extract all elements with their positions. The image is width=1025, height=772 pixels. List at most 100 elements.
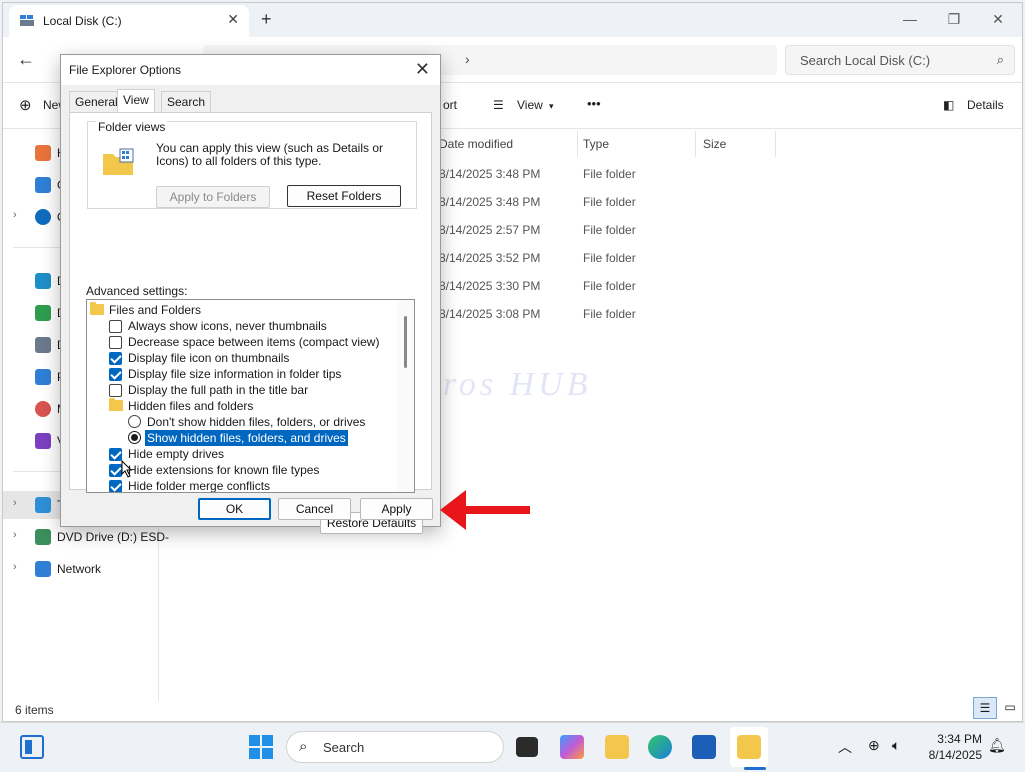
checkbox[interactable] (109, 336, 122, 349)
reset-folders-button[interactable]: Reset Folders (287, 185, 401, 207)
back-arrow-icon[interactable]: ← (17, 49, 35, 70)
new-tab-icon[interactable]: + (261, 9, 272, 30)
home-icon (35, 145, 51, 161)
checkbox[interactable] (109, 320, 122, 333)
dialog-title-bar: File Explorer Options ✕ (61, 55, 440, 85)
edge-browser-icon[interactable] (648, 735, 672, 759)
tab-title: Local Disk (C:) (43, 14, 122, 28)
chevron-right-icon: › (465, 51, 470, 67)
scrollbar[interactable] (397, 300, 414, 492)
folder-icon (109, 398, 123, 411)
tab-general[interactable]: General (69, 91, 124, 113)
option-label: Display file size information in folder … (128, 367, 342, 381)
taskbar-search[interactable]: ⌕ Search (286, 731, 504, 763)
ok-button[interactable]: OK (198, 498, 271, 520)
details-pane-icon: ◧ (943, 98, 955, 112)
taskbar-search-placeholder: Search (323, 740, 365, 755)
pictures-icon (35, 369, 51, 385)
table-row[interactable]: 8/14/2025 3:48 PM File folder (423, 161, 783, 189)
task-view-icon[interactable] (516, 737, 538, 757)
scrollbar-thumb[interactable] (404, 316, 407, 368)
cancel-button[interactable]: Cancel (278, 498, 351, 520)
option-label: Always show icons, never thumbnails (128, 319, 327, 333)
column-size[interactable]: Size (703, 137, 726, 151)
clock[interactable]: 3:34 PM 8/14/2025 (912, 731, 982, 763)
close-window-icon[interactable]: ✕ (976, 7, 1020, 31)
sort-button[interactable]: ort (443, 98, 457, 112)
table-row[interactable]: 8/14/2025 3:08 PM File folder (423, 301, 783, 329)
radio-button-selected[interactable] (128, 431, 141, 444)
cell-type: File folder (583, 279, 636, 293)
table-row[interactable]: 8/14/2025 3:52 PM File folder (423, 245, 783, 273)
view-tab-panel: Folder views You can apply this view (su… (69, 112, 432, 534)
column-divider[interactable] (577, 131, 578, 157)
start-windows-icon[interactable] (249, 735, 273, 759)
tab-search[interactable]: Search (161, 91, 212, 113)
chevron-up-icon[interactable]: ︿ (838, 737, 852, 757)
maximize-icon[interactable]: ❐ (932, 7, 976, 31)
checkbox-checked[interactable] (109, 480, 122, 492)
cell-type: File folder (583, 195, 636, 209)
chevron-right-icon[interactable]: › (13, 209, 17, 221)
column-date-modified[interactable]: Date modified (439, 137, 513, 151)
cell-date: 8/14/2025 3:48 PM (439, 195, 541, 209)
radio-button[interactable] (128, 415, 141, 428)
minimize-icon[interactable]: — (888, 7, 932, 31)
more-button[interactable]: ••• (587, 96, 601, 111)
table-row[interactable]: 8/14/2025 3:30 PM File folder (423, 273, 783, 301)
copilot-icon[interactable] (560, 735, 584, 759)
column-type[interactable]: Type (583, 137, 609, 151)
option-label: Hide extensions for known file types (128, 463, 320, 477)
column-divider[interactable] (775, 131, 776, 157)
table-row[interactable]: 8/14/2025 3:48 PM File folder (423, 189, 783, 217)
widgets-icon[interactable] (20, 735, 44, 759)
checkbox-checked[interactable] (109, 368, 122, 381)
chevron-down-icon: ▾ (549, 101, 554, 111)
checkbox-checked[interactable] (109, 352, 122, 365)
globe-icon[interactable]: ⊕ (868, 737, 880, 754)
close-tab-icon[interactable]: ✕ (227, 11, 239, 28)
nav-item-network[interactable]: › Network (3, 555, 159, 583)
column-divider[interactable] (695, 131, 696, 157)
apply-to-folders-button[interactable]: Apply to Folders (156, 186, 270, 208)
speaker-icon[interactable]: 🔈︎ (892, 737, 900, 754)
tab-local-disk[interactable]: Local Disk (C:) ✕ (9, 5, 249, 37)
video-icon (35, 433, 51, 449)
file-explorer-active-icon[interactable] (737, 735, 761, 759)
store-icon[interactable] (692, 735, 716, 759)
close-dialog-icon[interactable]: ✕ (415, 59, 430, 80)
search-box[interactable]: Search Local Disk (C:) ⌕ (785, 45, 1015, 75)
cell-date: 8/14/2025 3:48 PM (439, 167, 541, 181)
tree-label: Files and Folders (109, 303, 202, 317)
table-row[interactable]: 8/14/2025 2:57 PM File folder (423, 217, 783, 245)
status-bar-item-count: 6 items (15, 703, 54, 717)
cell-date: 8/14/2025 2:57 PM (439, 223, 541, 237)
file-explorer-taskbar-icon[interactable] (605, 735, 629, 759)
option-label: Display the full path in the title bar (128, 383, 309, 397)
search-icon: ⌕ (299, 738, 308, 755)
notification-bell-icon[interactable]: 🔔︎ (988, 737, 1006, 754)
chevron-right-icon[interactable]: › (13, 529, 17, 541)
folder-views-description: You can apply this view (such as Details… (156, 141, 384, 168)
large-icons-view-icon[interactable]: ▭ (999, 697, 1021, 719)
chevron-right-icon[interactable]: › (13, 497, 17, 509)
cell-date: 8/14/2025 3:30 PM (439, 279, 541, 293)
cloud-icon (35, 209, 51, 225)
cell-type: File folder (583, 251, 636, 265)
checkbox[interactable] (109, 384, 122, 397)
network-icon (35, 561, 51, 577)
tab-bar: Local Disk (C:) ✕ + — ❐ ✕ (3, 3, 1022, 37)
mouse-cursor-icon (121, 460, 133, 478)
tab-view[interactable]: View (117, 89, 155, 113)
view-button[interactable]: View (517, 98, 543, 112)
apply-button[interactable]: Apply (360, 498, 433, 520)
add-icon[interactable]: ⊕ (19, 96, 32, 114)
clock-time: 3:34 PM (937, 732, 982, 746)
nav-item-dvd-drive[interactable]: › DVD Drive (D:) ESD- (3, 523, 169, 551)
chevron-right-icon[interactable]: › (13, 561, 17, 573)
advanced-settings-tree: Files and Folders Always show icons, nev… (86, 299, 415, 493)
details-button[interactable]: Details (967, 98, 1004, 112)
tree-label: Hidden files and folders (128, 399, 254, 413)
search-icon: ⌕ (996, 52, 1004, 67)
details-view-icon[interactable]: ☰ (973, 697, 997, 719)
